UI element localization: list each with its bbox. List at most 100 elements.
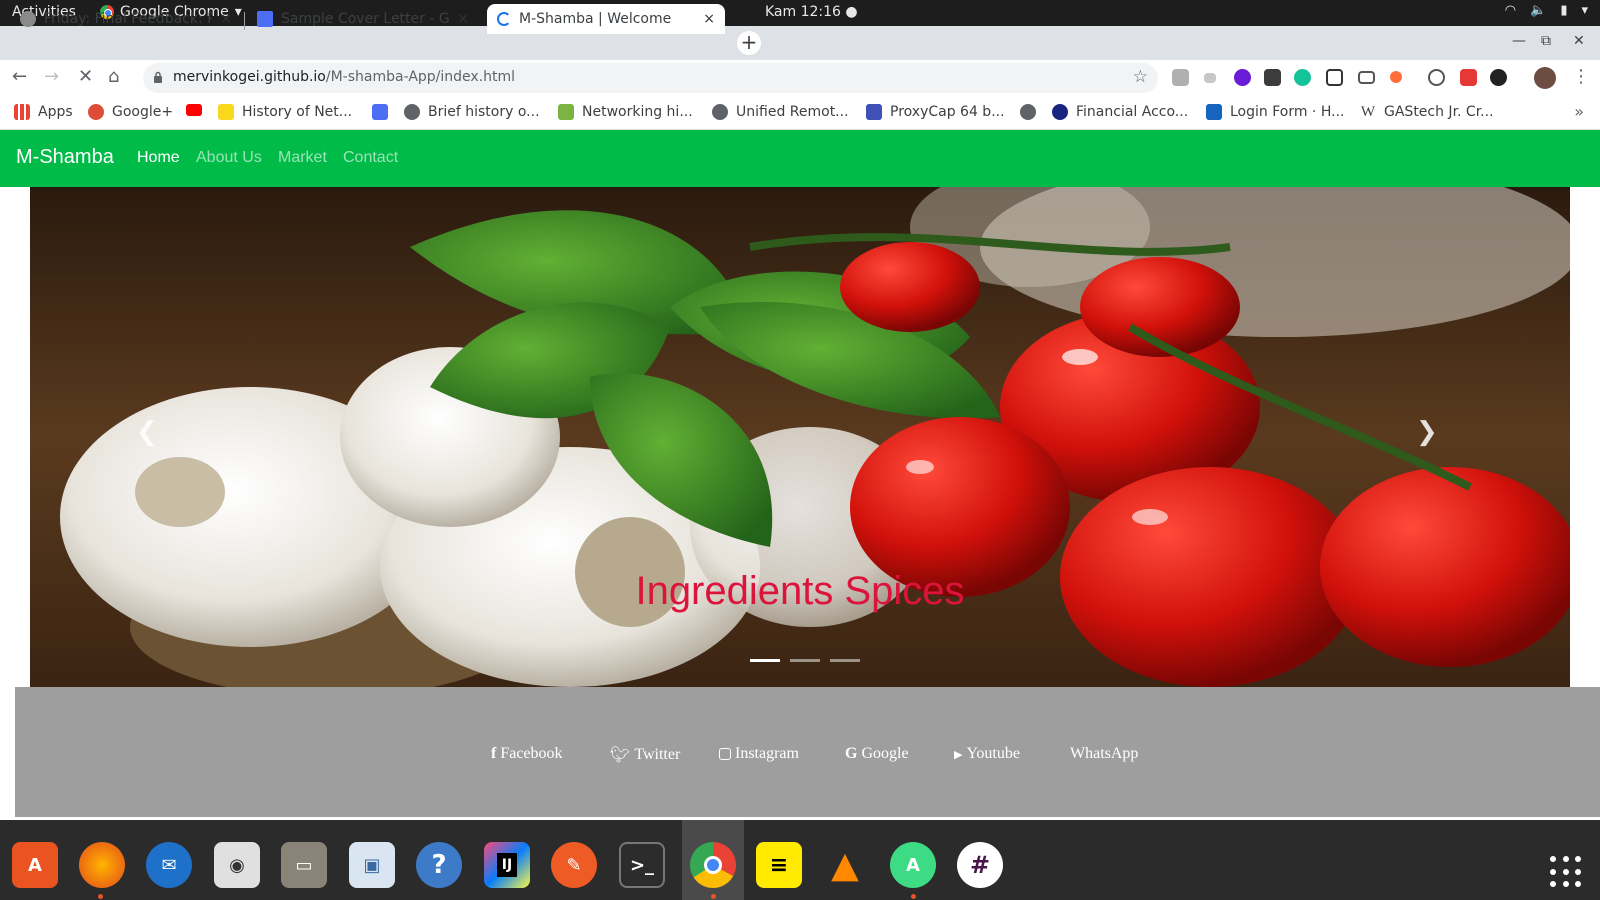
extension-icon[interactable] — [1172, 69, 1189, 86]
social-link-facebook[interactable]: f Facebook — [491, 745, 563, 763]
bookmark-label: ProxyCap 64 b... — [890, 104, 1005, 120]
social-label: Instagram — [735, 745, 799, 762]
bookmark-star-icon[interactable]: ☆ — [1133, 67, 1148, 87]
bookmark-unified-remote[interactable]: Unified Remot... — [712, 104, 849, 120]
extension-icon[interactable] — [1390, 71, 1402, 83]
site-footer: f Facebook 🐦︎ Twitter Instagram G Google… — [15, 687, 1600, 817]
ubuntu-software-icon[interactable]: A — [12, 842, 58, 888]
bookmark-label: Login Form · H... — [1230, 104, 1345, 120]
social-link-youtube[interactable]: ▶ Youtube — [954, 745, 1020, 763]
notification-dot-icon: ● — [845, 4, 858, 20]
globe-icon — [712, 104, 728, 120]
wifi-icon: ◠ — [1504, 3, 1517, 18]
close-tab-icon[interactable]: × — [457, 11, 469, 27]
android-studio-icon[interactable]: A — [890, 842, 936, 888]
back-icon[interactable]: ← — [12, 66, 27, 87]
nav-home[interactable]: Home — [137, 149, 180, 167]
carousel-indicator[interactable] — [830, 659, 860, 662]
extension-icon[interactable] — [1204, 73, 1216, 83]
clock-label: Kam 12:16 — [765, 4, 841, 20]
social-label: Google — [861, 745, 909, 762]
social-label: Facebook — [500, 745, 563, 762]
ubuntu-dock: A ✉ ◉ ▭ ▣ ? IJ ✎ >_ ≡ ▲ A # — [0, 820, 1600, 900]
google-icon: G — [845, 745, 858, 762]
bookmark-login-form[interactable]: Login Form · H... — [1206, 104, 1344, 120]
nav-market[interactable]: Market — [278, 149, 327, 167]
bookmark-networking[interactable]: Networking hi... — [558, 104, 693, 120]
url-text: mervinkogei.github.io/M-shamba-App/index… — [173, 69, 515, 85]
bookmark-apps[interactable]: Apps — [14, 104, 73, 120]
extension-icon[interactable] — [1234, 69, 1251, 86]
restore-icon[interactable]: ⧉ — [1541, 33, 1551, 49]
forward-icon[interactable]: → — [44, 66, 59, 87]
menu-kebab-icon[interactable]: ⋮ — [1572, 66, 1590, 87]
firefox-icon[interactable] — [79, 842, 125, 888]
history-icon — [218, 104, 234, 120]
intellij-icon[interactable]: IJ — [484, 842, 530, 888]
bookmark-proxycap[interactable]: ProxyCap 64 b... — [866, 104, 1005, 120]
close-window-icon[interactable]: ✕ — [1573, 33, 1585, 49]
extension-icon[interactable] — [1358, 71, 1375, 84]
postman-icon[interactable]: ✎ — [551, 842, 597, 888]
show-applications-icon[interactable] — [1550, 856, 1582, 888]
bookmark-google-plus[interactable]: Google+ — [88, 104, 173, 120]
avatar[interactable] — [1534, 67, 1556, 89]
vlc-icon[interactable]: ▲ — [822, 842, 868, 888]
social-link-twitter[interactable]: 🐦︎ Twitter — [610, 745, 680, 765]
stop-loading-icon[interactable]: ✕ — [78, 66, 93, 87]
more-bookmarks-icon[interactable]: » — [1574, 102, 1584, 121]
globe-icon — [404, 104, 420, 120]
bookmark-financial[interactable]: Financial Acco... — [1052, 104, 1188, 120]
chrome-icon[interactable] — [690, 842, 736, 888]
bookmark-youtube[interactable] — [186, 104, 210, 116]
carousel-prev-icon[interactable]: ❮ — [136, 417, 158, 447]
nav-contact[interactable]: Contact — [343, 149, 398, 167]
social-link-google[interactable]: G Google — [845, 745, 909, 763]
bookmark-label: History of Net... — [242, 104, 353, 120]
files-icon[interactable]: ▭ — [281, 842, 327, 888]
new-tab-button[interactable]: + — [737, 31, 761, 55]
carousel-indicator[interactable] — [790, 659, 820, 662]
nav-about-us[interactable]: About Us — [196, 149, 262, 167]
extension-icon[interactable] — [1460, 69, 1477, 86]
clock[interactable]: Kam 12:16 ● — [765, 4, 858, 20]
bookmark-globe[interactable] — [1020, 104, 1044, 120]
thunderbird-icon[interactable]: ✉ — [146, 842, 192, 888]
close-tab-icon[interactable]: × — [220, 11, 232, 27]
bookmark-docs[interactable] — [372, 104, 396, 120]
tab-friday-feedback[interactable]: Friday: Final Feedback: Pr × — [10, 4, 242, 34]
notes-icon[interactable]: ≡ — [756, 842, 802, 888]
bookmark-brief-history[interactable]: Brief history o... — [404, 104, 540, 120]
bookmark-history-of-net[interactable]: History of Net... — [218, 104, 352, 120]
carousel-caption: Ingredients Spices — [635, 569, 965, 613]
slack-icon[interactable]: # — [957, 842, 1003, 888]
carousel-indicator[interactable] — [750, 659, 780, 662]
google-plus-icon — [88, 104, 104, 120]
extension-icon[interactable] — [1428, 69, 1445, 86]
bookmark-gastech[interactable]: W GAStech Jr. Cr... — [1360, 104, 1494, 120]
css-icon — [1206, 104, 1222, 120]
lock-icon — [154, 71, 162, 83]
extension-icon[interactable] — [1490, 69, 1507, 86]
extension-icon[interactable] — [1326, 69, 1343, 86]
tab-title: M-Shamba | Welcome — [519, 11, 672, 27]
grammarly-icon[interactable] — [1294, 69, 1311, 86]
tab-cover-letter[interactable]: Sample Cover Letter - Goo × — [247, 4, 479, 34]
system-tray[interactable]: ◠ 🔈 ▮ ▾ — [1505, 3, 1588, 18]
youtube-icon: ▶ — [954, 748, 963, 761]
carousel-next-icon[interactable]: ❯ — [1416, 417, 1438, 447]
social-link-instagram[interactable]: Instagram — [719, 745, 799, 763]
help-icon[interactable]: ? — [416, 842, 462, 888]
address-bar[interactable]: mervinkogei.github.io/M-shamba-App/index… — [143, 63, 1158, 93]
terminal-icon[interactable]: >_ — [619, 842, 665, 888]
image-viewer-icon[interactable]: ▣ — [349, 842, 395, 888]
extension-icon[interactable] — [1264, 69, 1281, 86]
site-brand[interactable]: M-Shamba — [16, 146, 114, 169]
home-icon[interactable]: ⌂ — [108, 66, 119, 87]
hero-carousel[interactable]: ❮ ❯ Ingredients Spices — [30, 187, 1570, 687]
minimize-icon[interactable]: — — [1512, 33, 1526, 49]
rhythmbox-icon[interactable]: ◉ — [214, 842, 260, 888]
social-link-whatsapp[interactable]: WhatsApp — [1070, 745, 1138, 763]
close-tab-icon[interactable]: × — [703, 11, 715, 27]
tab-m-shamba[interactable]: M-Shamba | Welcome × — [487, 4, 725, 34]
